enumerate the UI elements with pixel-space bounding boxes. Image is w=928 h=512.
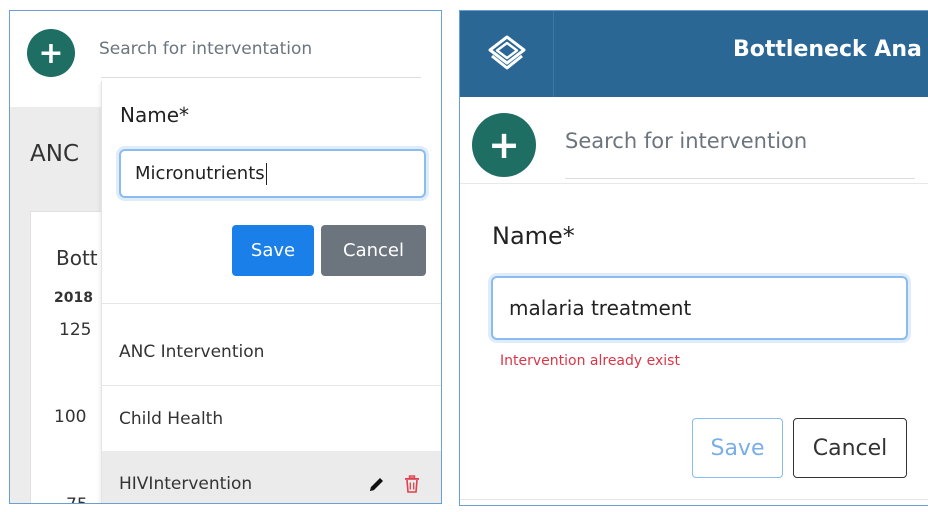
new-intervention-form: Name* malaria treatment Intervention alr… — [460, 183, 928, 505]
validation-error: Intervention already exist — [500, 353, 680, 369]
right-screenshot-panel: Bottleneck Ana + Search for intervention… — [459, 10, 928, 506]
save-button[interactable]: Save — [232, 225, 314, 276]
search-underline — [101, 77, 421, 78]
name-field-label: Name* — [120, 103, 190, 127]
text-cursor — [265, 162, 267, 185]
search-input[interactable]: Search for intervention — [565, 129, 807, 153]
trash-icon[interactable] — [404, 475, 420, 498]
pencil-icon[interactable] — [368, 475, 386, 498]
add-intervention-button[interactable]: + — [472, 113, 536, 177]
card-year: 2018 — [54, 290, 93, 306]
app-logo[interactable] — [460, 11, 554, 97]
intervention-dropdown: Name* Micronutrients Save Cancel ANC Int… — [101, 81, 441, 503]
app-header: Bottleneck Ana — [460, 11, 928, 97]
add-intervention-button[interactable]: + — [27, 29, 75, 77]
divider — [102, 303, 441, 304]
cancel-button[interactable]: Cancel — [321, 225, 426, 276]
list-item-label: HIVIntervention — [119, 474, 253, 494]
divider — [460, 499, 928, 500]
plus-icon: + — [38, 35, 64, 71]
name-input[interactable]: Micronutrients — [119, 149, 426, 198]
left-screenshot-panel: + Search for interventation ANC Bott 201… — [9, 10, 442, 504]
search-input[interactable]: Search for interventation — [99, 39, 312, 59]
name-input[interactable]: malaria treatment — [491, 276, 908, 340]
y-tick-label: 125 — [59, 320, 92, 340]
app-title: Bottleneck Ana — [733, 37, 922, 62]
cancel-button[interactable]: Cancel — [793, 418, 907, 478]
save-button[interactable]: Save — [692, 418, 783, 478]
list-item-anc-intervention[interactable]: ANC Intervention — [102, 319, 441, 385]
list-item-hivintervention[interactable]: HIVIntervention — [102, 451, 441, 503]
plus-icon: + — [488, 123, 520, 167]
card-title: Bott — [56, 246, 98, 270]
search-underline — [565, 178, 915, 179]
y-tick-label: 100 — [54, 407, 87, 427]
y-tick-label: 75 — [66, 495, 88, 503]
list-item-label: Child Health — [119, 409, 224, 429]
list-item-label: ANC Intervention — [119, 342, 265, 362]
item-actions — [368, 475, 420, 498]
name-input-value: malaria treatment — [509, 296, 692, 320]
name-input-value: Micronutrients — [135, 163, 265, 184]
layers-logo-icon — [488, 35, 525, 70]
list-item-child-health[interactable]: Child Health — [102, 386, 441, 452]
name-field-label: Name* — [492, 222, 575, 250]
page-title: ANC — [30, 141, 79, 167]
